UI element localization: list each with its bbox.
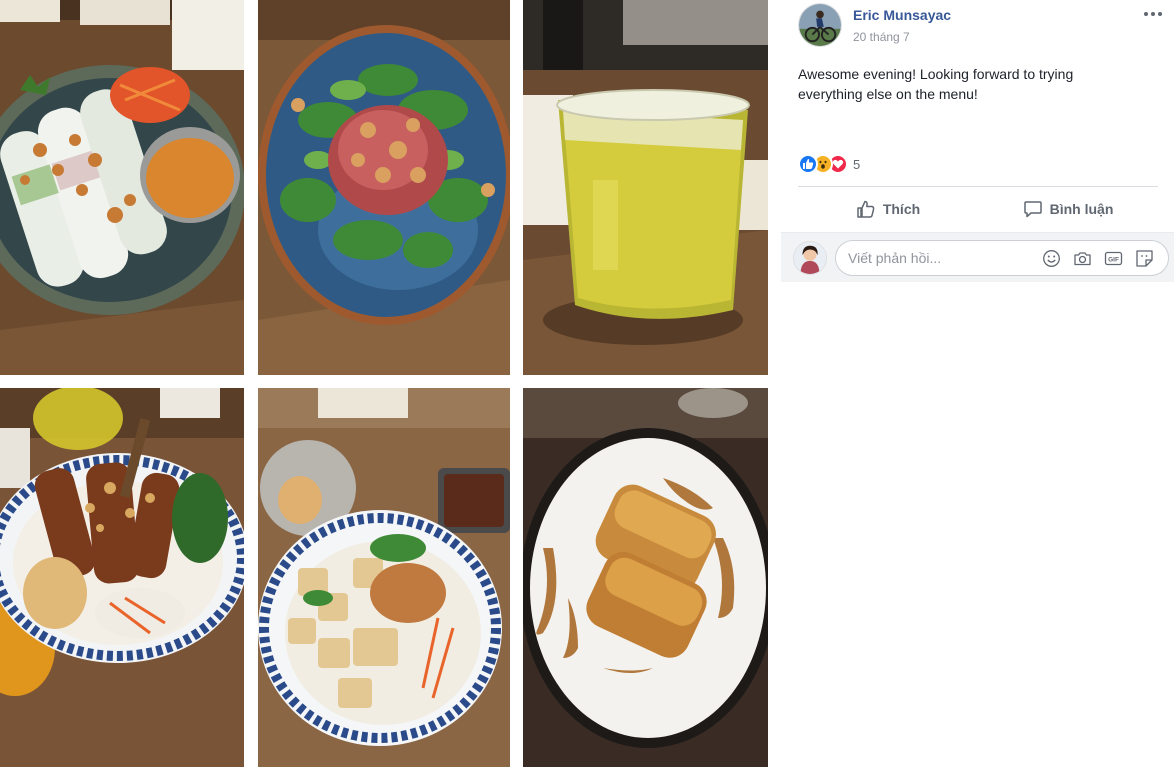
photo-tofu-bowl[interactable] [258, 388, 510, 767]
comment-input[interactable] [848, 241, 1038, 275]
commenter-avatar[interactable] [793, 241, 827, 275]
author-avatar[interactable] [798, 3, 842, 47]
emoji-icon[interactable] [1042, 249, 1061, 268]
photo-beef-salad[interactable] [258, 0, 510, 375]
iced-drink-image [523, 0, 768, 375]
action-bar: Thích Bình luận [798, 186, 1158, 230]
camera-icon[interactable] [1073, 249, 1092, 268]
reaction-count: 5 [853, 156, 861, 172]
grilled-pork-image [0, 388, 244, 767]
post-pane: Eric Munsayac 20 tháng 7 Awesome evening… [781, 0, 1174, 767]
like-label: Thích [882, 200, 921, 217]
reactions-summary[interactable]: 5 [798, 153, 860, 175]
comment-bubble-icon [1023, 200, 1042, 217]
post-header: Eric Munsayac 20 tháng 7 [798, 3, 1168, 47]
photo-grilled-pork-bowl[interactable] [0, 388, 244, 767]
gif-icon[interactable]: GIF [1104, 249, 1123, 268]
comment-button[interactable]: Bình luận [978, 193, 1158, 225]
beef-salad-image [258, 0, 510, 375]
comment-box: GIF [835, 240, 1169, 276]
post-timestamp[interactable]: 20 tháng 7 [853, 30, 910, 44]
svg-text:GIF: GIF [1108, 256, 1119, 263]
thumbs-up-icon [857, 200, 875, 218]
photo-spring-rolls[interactable] [0, 0, 244, 375]
comment-composer: GIF [781, 232, 1174, 282]
like-reaction-icon [798, 154, 818, 174]
photo-pastry-dessert[interactable] [523, 388, 768, 767]
pastry-image [523, 388, 768, 767]
like-button[interactable]: Thích [798, 193, 978, 225]
sticker-icon[interactable] [1135, 249, 1154, 268]
spring-rolls-image [0, 0, 244, 375]
dot [1158, 12, 1162, 16]
more-options-icon[interactable] [1140, 4, 1166, 24]
dot [1144, 12, 1148, 16]
comment-label: Bình luận [1049, 200, 1114, 217]
photo-grid [0, 0, 768, 767]
dot [1151, 12, 1155, 16]
author-name[interactable]: Eric Munsayac [853, 7, 951, 23]
tofu-bowl-image [258, 388, 510, 767]
post-text: Awesome evening! Looking forward to tryi… [798, 66, 1074, 102]
photo-iced-drink[interactable] [523, 0, 768, 375]
comment-tools: GIF [1042, 249, 1154, 268]
